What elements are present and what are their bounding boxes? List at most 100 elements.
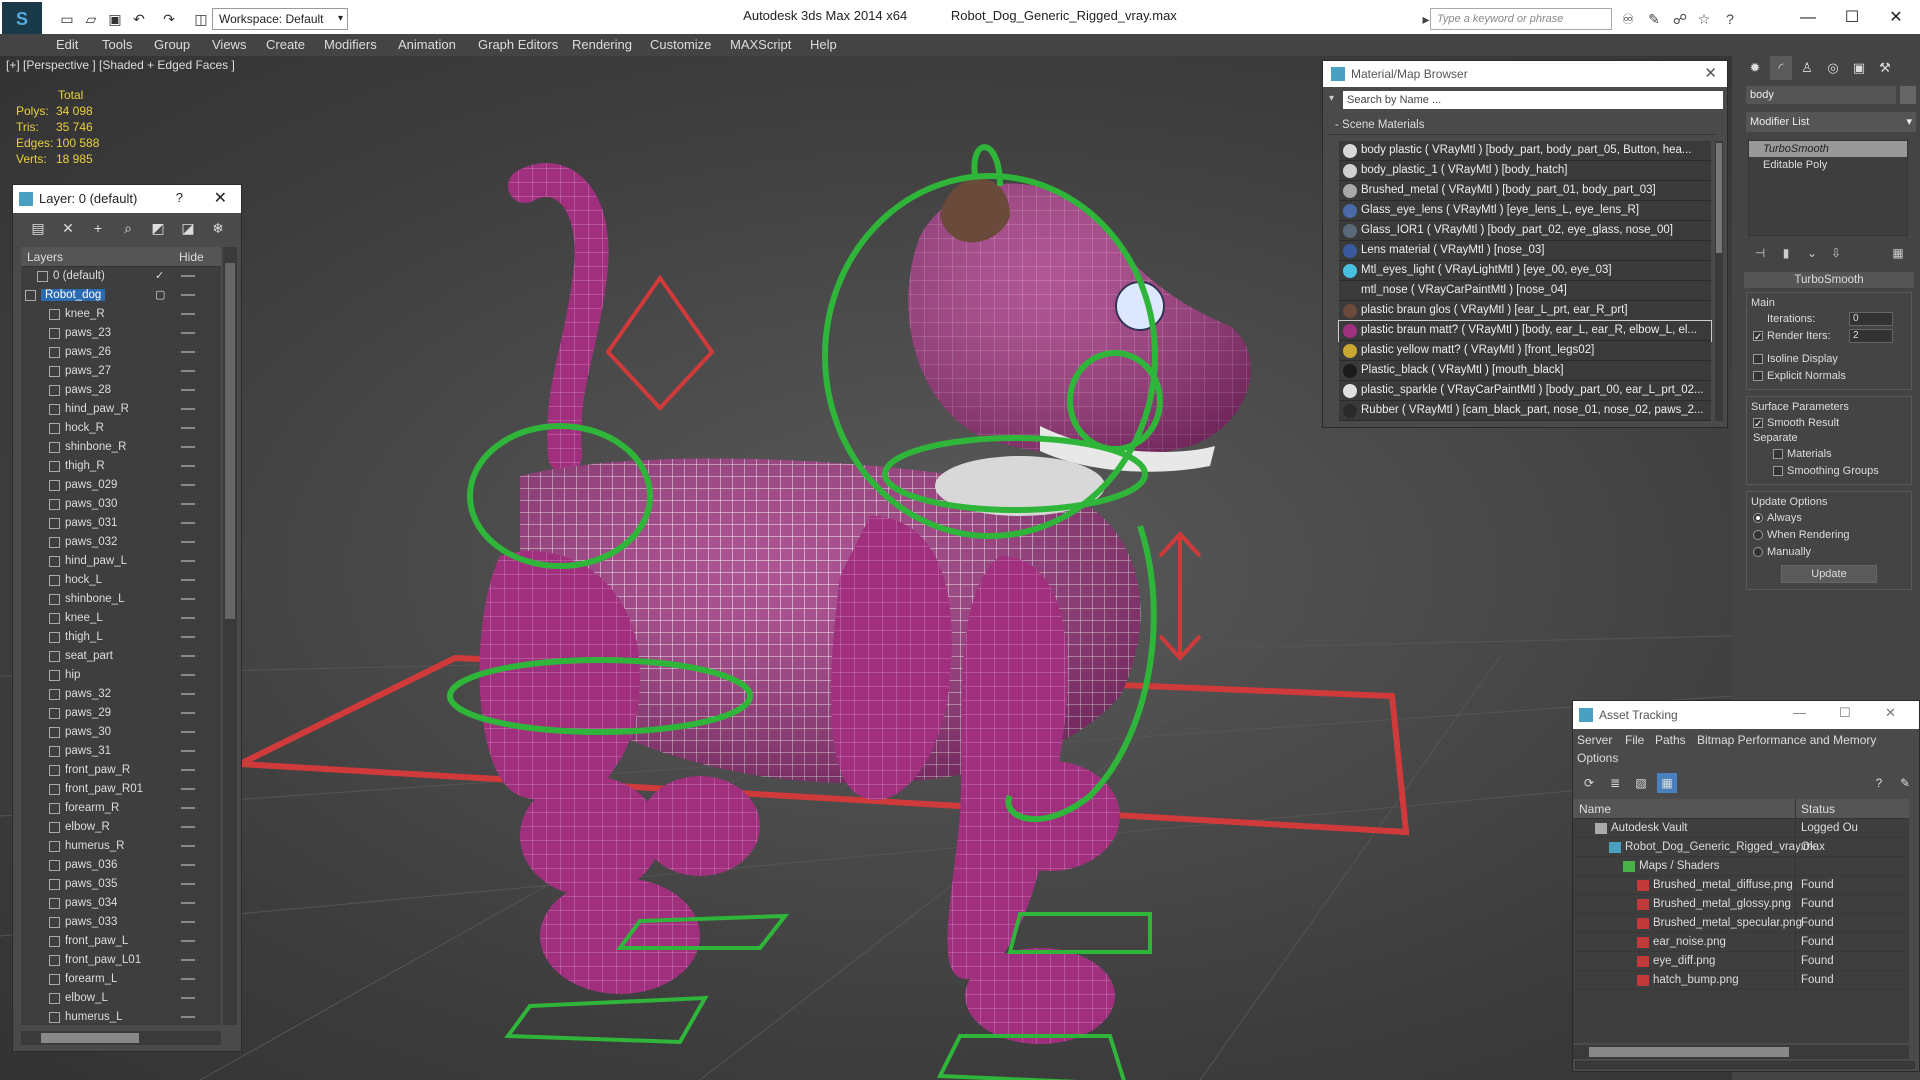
layer-row[interactable]: hip — [21, 666, 221, 685]
hide-toggle[interactable] — [181, 427, 195, 429]
hide-toggle[interactable] — [181, 921, 195, 923]
foot-control-3[interactable] — [1007, 912, 1152, 954]
layer-row[interactable]: paws_034 — [21, 894, 221, 913]
binoculars-icon[interactable]: ♾ — [1616, 8, 1640, 30]
object-color-swatch[interactable] — [1900, 86, 1916, 104]
remove-modifier-icon[interactable]: ⇩ — [1826, 244, 1846, 262]
hide-toggle[interactable] — [181, 902, 195, 904]
hide-toggle[interactable] — [181, 978, 195, 980]
materials-checkbox[interactable] — [1773, 449, 1783, 459]
material-browser-close-icon[interactable]: ✕ — [1704, 64, 1717, 82]
always-radio[interactable] — [1753, 513, 1763, 523]
material-row[interactable]: plastic yellow matt? ( VRayMtl ) [front_… — [1339, 341, 1711, 361]
show-end-result-icon[interactable]: ▮ — [1776, 244, 1796, 262]
pin-stack-icon[interactable]: ⊣ — [1750, 244, 1770, 262]
select-objects-icon[interactable]: ⌕ — [117, 218, 139, 238]
menu-tools[interactable]: Tools — [102, 36, 132, 54]
layer-row[interactable]: hind_paw_L — [21, 552, 221, 571]
layer-row[interactable]: paws_033 — [21, 913, 221, 932]
minimize-icon[interactable]: — — [1788, 4, 1828, 32]
material-row[interactable]: mtl_nose ( VRayCarPaintMtl ) [nose_04] — [1339, 281, 1711, 301]
hide-toggle[interactable] — [181, 655, 195, 657]
material-row[interactable]: Plastic_black ( VRayMtl ) [mouth_black] — [1339, 361, 1711, 381]
eye-mesh[interactable] — [1115, 281, 1165, 331]
layer-row[interactable]: front_paw_L01 — [21, 951, 221, 970]
render-iters-spinner[interactable]: 2 — [1849, 329, 1893, 343]
asset-horizontal-scrollbar[interactable] — [1573, 1045, 1909, 1059]
tail-mesh[interactable] — [508, 163, 609, 473]
hide-toggle[interactable] — [181, 617, 195, 619]
asset-row[interactable]: eye_diff.png Found — [1573, 952, 1909, 971]
menu-create[interactable]: Create — [266, 36, 305, 54]
maximize-icon[interactable]: ☐ — [1832, 4, 1872, 32]
asset-row[interactable]: Robot_Dog_Generic_Rigged_vray.max Ok — [1573, 838, 1909, 857]
material-row[interactable]: Rubber ( VRayMtl ) [cam_black_part, nose… — [1339, 401, 1711, 421]
menu-group[interactable]: Group — [154, 36, 190, 54]
layer-row[interactable]: paws_28 — [21, 381, 221, 400]
undo-icon[interactable]: ↶ — [128, 8, 150, 30]
hide-toggle[interactable] — [181, 446, 195, 448]
layer-row[interactable]: paws_30 — [21, 723, 221, 742]
front-paw-right-mesh[interactable] — [965, 948, 1115, 1044]
hide-toggle[interactable] — [181, 940, 195, 942]
layer-row[interactable]: hock_L — [21, 571, 221, 590]
asset-menu-file[interactable]: File — [1625, 733, 1644, 747]
redo-icon[interactable]: ↷ — [158, 8, 180, 30]
layer-row[interactable]: paws_31 — [21, 742, 221, 761]
layer-panel-titlebar[interactable]: Layer: 0 (default) ? ✕ — [13, 185, 241, 213]
asset-row[interactable]: Brushed_metal_glossy.png Found — [1573, 895, 1909, 914]
hide-toggle[interactable] — [181, 484, 195, 486]
layer-row[interactable]: thigh_R — [21, 457, 221, 476]
layer-row[interactable]: shinbone_R — [21, 438, 221, 457]
search-input[interactable]: Type a keyword or phrase — [1430, 8, 1612, 30]
tail-control-diamond[interactable] — [605, 274, 715, 411]
scroll-thumb[interactable] — [225, 263, 235, 619]
asset-minimize-icon[interactable]: — — [1793, 705, 1806, 720]
material-row[interactable]: plastic braun glos ( VRayMtl ) [ear_L_pr… — [1339, 301, 1711, 321]
asset-help-icon[interactable]: ? — [1869, 773, 1889, 793]
menu-help[interactable]: Help — [810, 36, 837, 54]
hide-toggle[interactable] — [181, 541, 195, 543]
hierarchy-tab-icon[interactable]: ♙ — [1796, 56, 1818, 80]
asset-settings-icon[interactable]: ✎ — [1895, 773, 1915, 793]
material-row[interactable]: Brushed_metal ( VRayMtl ) [body_part_01,… — [1339, 181, 1711, 201]
material-row[interactable]: body_plastic_1 ( VRayMtl ) [body_hatch] — [1339, 161, 1711, 181]
hide-toggle[interactable] — [181, 883, 195, 885]
layer-row[interactable]: paws_23 — [21, 324, 221, 343]
hide-toggle[interactable] — [181, 332, 195, 334]
project-folder-icon[interactable]: ◫ — [190, 8, 212, 30]
scroll-thumb[interactable] — [1589, 1047, 1789, 1057]
set-active-box-icon[interactable]: ▢ — [155, 288, 165, 301]
stack-item-editable-poly[interactable]: Editable Poly — [1749, 157, 1907, 173]
layer-row[interactable]: paws_030 — [21, 495, 221, 514]
layer-row[interactable]: shinbone_L — [21, 590, 221, 609]
hide-toggle[interactable] — [181, 313, 195, 315]
create-layer-icon[interactable]: ▤ — [27, 218, 49, 238]
hide-toggle[interactable] — [181, 579, 195, 581]
layer-row[interactable]: paws_031 — [21, 514, 221, 533]
iterations-spinner[interactable]: 0 — [1849, 312, 1893, 326]
asset-maximize-icon[interactable]: ☐ — [1839, 705, 1851, 721]
scroll-thumb[interactable] — [1716, 143, 1722, 253]
layers-column-header[interactable]: Layers — [27, 250, 63, 264]
table-view-icon[interactable]: ▦ — [1657, 773, 1677, 793]
hide-toggle[interactable] — [181, 598, 195, 600]
add-to-layer-icon[interactable]: + — [87, 218, 109, 238]
layer-row[interactable]: knee_L — [21, 609, 221, 628]
layer-row[interactable]: elbow_R — [21, 818, 221, 837]
smooth-result-checkbox[interactable] — [1753, 416, 1763, 433]
layer-row[interactable]: front_paw_R01 — [21, 780, 221, 799]
display-tab-icon[interactable]: ▣ — [1848, 56, 1870, 80]
menu-customize[interactable]: Customize — [650, 36, 711, 54]
height-control-arrow[interactable] — [1158, 531, 1202, 661]
hide-toggle[interactable] — [181, 275, 195, 277]
layer-row[interactable]: elbow_L — [21, 989, 221, 1008]
layer-row[interactable]: humerus_R — [21, 837, 221, 856]
hind-paw-left-mesh[interactable] — [640, 776, 760, 876]
hide-toggle[interactable] — [181, 826, 195, 828]
hide-toggle[interactable] — [181, 370, 195, 372]
material-scrollbar[interactable] — [1715, 141, 1723, 421]
when-rendering-radio[interactable] — [1753, 530, 1763, 540]
hide-toggle[interactable] — [181, 788, 195, 790]
turbosmooth-rollout-header[interactable]: TurboSmooth — [1744, 272, 1914, 288]
